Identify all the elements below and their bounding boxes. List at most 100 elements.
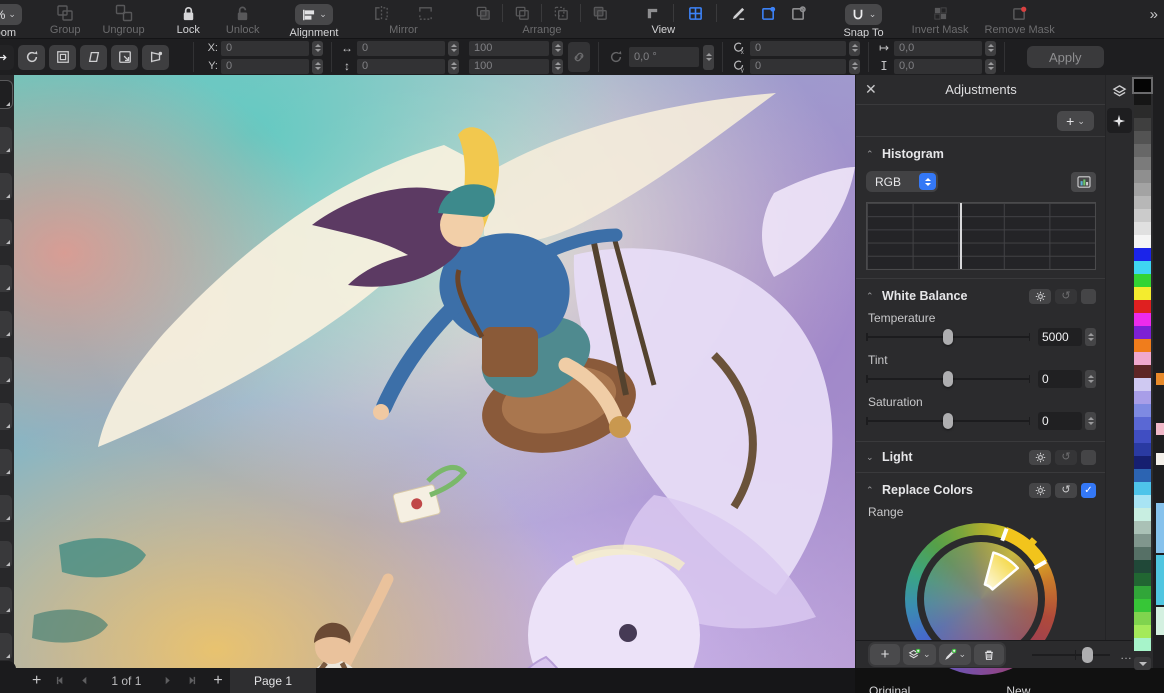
slider-thumb[interactable] xyxy=(943,329,953,345)
collapse-icon[interactable]: ⌃ xyxy=(866,291,882,302)
lock-button[interactable]: Lock xyxy=(177,0,200,36)
temperature-stepper[interactable] xyxy=(1085,328,1096,346)
replace-colors-checkbox[interactable]: ✓ xyxy=(1081,483,1096,498)
auto-adjust-button[interactable] xyxy=(1029,289,1051,304)
angle-input[interactable]: 0,0 ° xyxy=(629,47,699,67)
color-swatch[interactable] xyxy=(1134,261,1151,274)
apply-button[interactable]: Apply xyxy=(1027,46,1104,68)
delete-color-button[interactable] xyxy=(974,644,1004,665)
bring-to-front-icon[interactable] xyxy=(474,4,492,22)
annotate-icon[interactable] xyxy=(729,4,747,22)
color-swatch[interactable] xyxy=(1134,196,1151,209)
color-swatch[interactable] xyxy=(1134,248,1151,261)
color-swatch[interactable] xyxy=(1134,326,1151,339)
color-swatch[interactable] xyxy=(1134,222,1151,235)
channel-dropdown[interactable]: RGB xyxy=(866,171,938,192)
color-swatch[interactable] xyxy=(1134,235,1151,248)
frame-tool-button[interactable] xyxy=(49,45,76,70)
color-swatch[interactable] xyxy=(1134,443,1151,456)
tool-button-partial[interactable] xyxy=(0,81,12,108)
rotate-tool-button[interactable] xyxy=(18,45,45,70)
slider-thumb[interactable] xyxy=(943,413,953,429)
tool-button-partial[interactable] xyxy=(0,495,12,522)
white-balance-checkbox[interactable] xyxy=(1081,289,1096,304)
close-icon[interactable]: ✕ xyxy=(865,81,877,98)
tool-button-partial[interactable] xyxy=(0,265,12,292)
more-options-button[interactable]: … xyxy=(1096,684,1109,693)
eyedropper-add-button[interactable]: ⌄ xyxy=(939,644,972,665)
color-swatch-partial[interactable] xyxy=(1156,555,1164,605)
scale-height-stepper[interactable] xyxy=(552,59,563,74)
expand-icon[interactable]: ⌄ xyxy=(866,452,882,463)
remove-mask-button[interactable]: Remove Mask xyxy=(985,0,1055,36)
color-swatch[interactable] xyxy=(1134,456,1151,469)
alignment-dropdown[interactable]: ⌄ xyxy=(295,4,333,25)
preview-selected-icon[interactable] xyxy=(759,4,777,22)
send-backward-icon[interactable] xyxy=(552,4,570,22)
previous-page-button[interactable] xyxy=(80,676,89,685)
color-swatch[interactable] xyxy=(1134,495,1151,508)
auto-adjust-button[interactable] xyxy=(1029,450,1051,465)
scale-width-stepper[interactable] xyxy=(552,41,563,56)
group-button[interactable]: Group xyxy=(50,0,81,36)
color-swatch[interactable] xyxy=(1134,612,1151,625)
mirror-horizontal-icon[interactable] xyxy=(416,4,434,22)
reset-button[interactable]: ↺ xyxy=(1055,450,1077,465)
color-swatch[interactable] xyxy=(1134,404,1151,417)
tint-value[interactable]: 0 xyxy=(1038,370,1082,388)
rotate-y-input[interactable]: 0 xyxy=(750,59,846,74)
unlock-button[interactable]: Unlock xyxy=(226,0,260,36)
tools-palette[interactable] xyxy=(0,75,14,668)
width-stepper[interactable] xyxy=(448,41,459,56)
color-swatch-partial[interactable] xyxy=(1156,423,1164,435)
saturation-stepper[interactable] xyxy=(1085,412,1096,430)
y-stepper[interactable] xyxy=(312,59,323,74)
color-swatch-partial[interactable] xyxy=(1156,503,1164,553)
color-swatch[interactable] xyxy=(1134,105,1151,118)
zoom-dropdown[interactable]: 5% ⌄ xyxy=(0,4,22,25)
tool-button-partial[interactable] xyxy=(0,173,12,200)
tool-button-partial[interactable] xyxy=(0,449,12,476)
last-page-button[interactable] xyxy=(186,676,197,685)
color-swatch[interactable] xyxy=(1134,300,1151,313)
corner-tool-icon[interactable] xyxy=(643,4,661,22)
tool-button-partial[interactable] xyxy=(0,219,12,246)
height-input[interactable]: 0 xyxy=(357,59,445,74)
angle-stepper[interactable] xyxy=(703,45,714,70)
color-swatch[interactable] xyxy=(1134,638,1151,651)
histogram-source-button[interactable] xyxy=(1071,172,1096,192)
rotate-x-input[interactable]: 0 xyxy=(750,41,846,56)
snap-to-dropdown[interactable]: ⌄ xyxy=(845,4,883,25)
offset-h-input[interactable]: 0,0 xyxy=(894,41,982,56)
saturation-value[interactable]: 0 xyxy=(1038,412,1082,430)
tool-button-partial[interactable] xyxy=(0,633,12,660)
color-swatch[interactable] xyxy=(1134,144,1151,157)
color-swatch[interactable] xyxy=(1134,378,1151,391)
bring-forward-icon[interactable] xyxy=(513,4,531,22)
pick-from-layers-button[interactable]: ⌄ xyxy=(903,644,936,665)
tool-button-partial[interactable] xyxy=(0,403,12,430)
color-swatch[interactable] xyxy=(1134,560,1151,573)
color-swatch[interactable] xyxy=(1134,170,1151,183)
swatch-scroll-down-button[interactable] xyxy=(1134,657,1151,670)
tint-stepper[interactable] xyxy=(1085,370,1096,388)
x-input[interactable]: 0 xyxy=(221,41,309,56)
color-swatch[interactable] xyxy=(1134,287,1151,300)
color-swatch[interactable] xyxy=(1134,209,1151,222)
scale-width-input[interactable]: 100 xyxy=(469,41,549,56)
export-tool-button[interactable] xyxy=(111,45,138,70)
reset-button[interactable]: ↺ xyxy=(1055,289,1077,304)
height-stepper[interactable] xyxy=(448,59,459,74)
toolbar-overflow-button[interactable]: » xyxy=(1150,6,1156,23)
color-swatch[interactable] xyxy=(1134,131,1151,144)
invert-mask-button[interactable]: Invert Mask xyxy=(912,0,969,36)
tool-button-partial[interactable] xyxy=(0,311,12,338)
color-swatch[interactable] xyxy=(1134,625,1151,638)
first-page-button[interactable] xyxy=(55,676,66,685)
color-swatch-partial[interactable] xyxy=(1156,453,1164,465)
canvas-artwork[interactable] xyxy=(14,75,855,668)
preview-icon[interactable] xyxy=(789,4,807,22)
tool-button-partial[interactable] xyxy=(0,541,12,568)
mirror-vertical-icon[interactable] xyxy=(372,4,390,22)
add-page-button[interactable]: + xyxy=(32,672,41,690)
